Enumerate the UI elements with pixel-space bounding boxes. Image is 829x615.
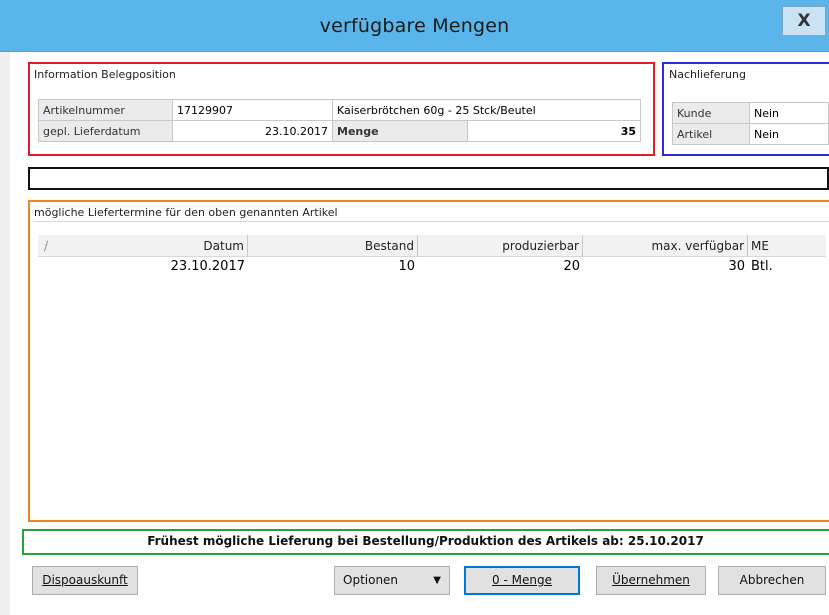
- dispoauskunft-button[interactable]: Dispoauskunft: [32, 566, 138, 595]
- close-button[interactable]: X: [782, 6, 826, 36]
- belegposition-title: Information Belegposition: [34, 68, 176, 81]
- kunde-label: Kunde: [672, 102, 750, 124]
- menge-label: Menge: [332, 120, 468, 142]
- null-menge-label: 0 - Menge: [492, 573, 552, 587]
- row-produzierbar: 20: [563, 259, 580, 274]
- liefertermine-divider: [33, 221, 829, 222]
- kunde-value: Nein: [749, 102, 829, 124]
- dialog-window: verfügbare Mengen X Information Belegpos…: [0, 0, 829, 615]
- artikel-bezeichnung: Kaiserbrötchen 60g - 25 Stck/Beutel: [332, 99, 641, 121]
- uebernehmen-button[interactable]: Übernehmen: [596, 566, 706, 595]
- menge-value: 35: [467, 120, 641, 142]
- row-max-verfuegbar: 30: [728, 259, 745, 274]
- artikelnummer-label: Artikelnummer: [38, 99, 173, 121]
- optionen-dropdown[interactable]: Optionen ▼: [334, 566, 450, 595]
- column-header-me[interactable]: ME: [748, 235, 826, 257]
- row-me: Btl.: [751, 259, 773, 274]
- liefertermine-grid-header: / Datum Bestand produzierbar max. verfüg…: [38, 235, 826, 257]
- liefertermine-title: mögliche Liefertermine für den oben gena…: [34, 206, 338, 219]
- row-datum: 23.10.2017: [170, 259, 245, 274]
- lieferdatum-value: 23.10.2017: [172, 120, 333, 142]
- window-title: verfügbare Mengen: [319, 15, 510, 37]
- artikel-value: Nein: [749, 123, 829, 145]
- nachlieferung-title: Nachlieferung: [669, 68, 746, 81]
- column-header-produzierbar[interactable]: produzierbar: [418, 235, 583, 257]
- uebernehmen-label: Übernehmen: [612, 573, 690, 587]
- row-bestand: 10: [398, 259, 415, 274]
- sort-column-header[interactable]: /: [38, 235, 58, 257]
- earliest-delivery-message: Frühest mögliche Lieferung bei Bestellun…: [147, 534, 704, 548]
- chevron-down-icon: ▼: [433, 575, 441, 586]
- nachlieferung-table: Kunde Nein Artikel Nein: [672, 102, 829, 145]
- lieferdatum-label: gepl. Lieferdatum: [38, 120, 173, 142]
- abbrechen-button[interactable]: Abbrechen: [718, 566, 826, 595]
- column-header-bestand[interactable]: Bestand: [248, 235, 418, 257]
- dispoauskunft-label: Dispoauskunft: [42, 573, 128, 587]
- table-row[interactable]: 23.10.2017 10 20 30 Btl.: [38, 257, 826, 277]
- abbrechen-label: Abbrechen: [739, 573, 805, 587]
- belegposition-table: Artikelnummer 17129907 Kaiserbrötchen 60…: [38, 99, 641, 142]
- optionen-label: Optionen: [343, 573, 399, 587]
- column-header-datum[interactable]: Datum: [58, 235, 248, 257]
- null-menge-button[interactable]: 0 - Menge: [464, 566, 580, 595]
- column-header-max-verfuegbar[interactable]: max. verfügbar: [583, 235, 748, 257]
- artikelnummer-value: 17129907: [172, 99, 333, 121]
- empty-status-bar: [28, 167, 829, 190]
- artikel-label: Artikel: [672, 123, 750, 145]
